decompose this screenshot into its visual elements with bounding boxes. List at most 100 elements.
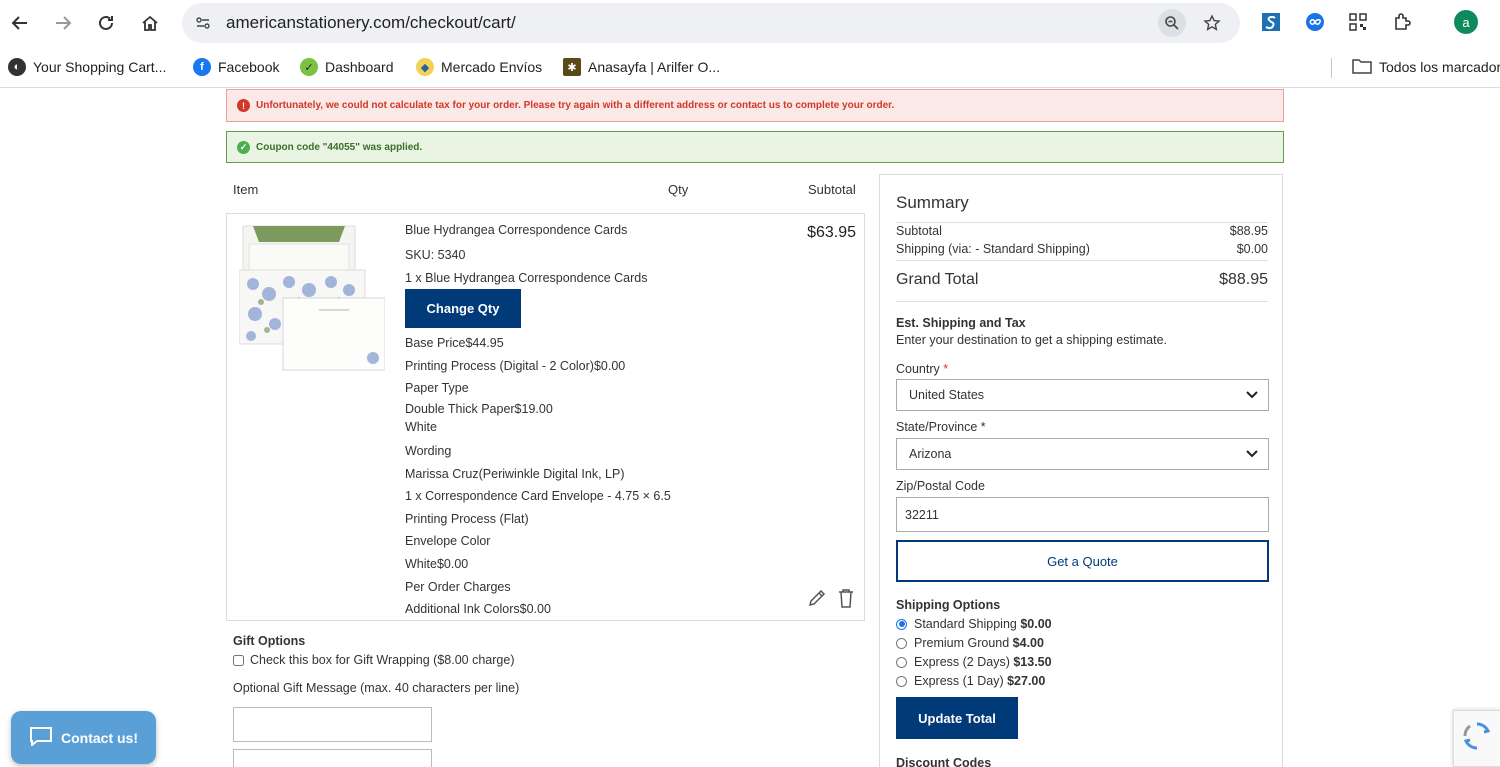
bookmark-item[interactable]: ◐ Your Shopping Cart... bbox=[8, 56, 166, 78]
option-line: Base Price$44.95 bbox=[405, 336, 504, 351]
gift-message-line-2[interactable] bbox=[233, 749, 432, 767]
divider bbox=[896, 222, 1268, 223]
edit-pencil-icon[interactable] bbox=[806, 587, 828, 614]
folder-icon bbox=[1352, 58, 1372, 77]
shipping-option-price: $4.00 bbox=[1012, 636, 1044, 650]
chevron-down-icon bbox=[1246, 447, 1258, 461]
shipping-option-standard[interactable]: Standard Shipping $0.00 bbox=[896, 617, 1052, 631]
contact-us-label: Contact us! bbox=[61, 729, 138, 746]
qr-code-icon[interactable] bbox=[1346, 10, 1370, 34]
shipping-option-price: $13.50 bbox=[1013, 655, 1052, 669]
bookmark-label: Dashboard bbox=[325, 59, 394, 75]
shipping-option-price: $27.00 bbox=[1007, 674, 1046, 688]
delete-trash-icon[interactable] bbox=[836, 587, 856, 614]
tax-error-message: ! Unfortunately, we could not calculate … bbox=[226, 89, 1284, 122]
gift-wrap-checkbox[interactable] bbox=[233, 654, 244, 666]
subtotal-row: Subtotal $88.95 bbox=[896, 224, 1268, 238]
state-value: Arizona bbox=[909, 447, 952, 461]
option-line: Printing Process (Flat) bbox=[405, 511, 529, 526]
gift-options-title: Gift Options bbox=[233, 634, 305, 648]
state-select[interactable]: Arizona bbox=[896, 438, 1269, 470]
bookmark-item[interactable]: f Facebook bbox=[193, 56, 279, 78]
radio-unselected[interactable] bbox=[896, 656, 907, 668]
gift-message-label: Optional Gift Message (max. 40 character… bbox=[233, 681, 520, 695]
forward-arrow-icon[interactable] bbox=[50, 10, 76, 36]
option-line: White$0.00 bbox=[405, 556, 469, 571]
shipping-option-label: Standard Shipping bbox=[914, 617, 1017, 631]
back-arrow-icon[interactable] bbox=[7, 10, 33, 36]
grand-total-row: Grand Total $88.95 bbox=[896, 271, 1268, 289]
item-actions bbox=[806, 587, 856, 614]
grand-total-value: $88.95 bbox=[1219, 271, 1268, 288]
state-label: State/Province * bbox=[896, 420, 986, 434]
radio-selected[interactable] bbox=[896, 618, 907, 630]
address-bar[interactable]: americanstationery.com/checkout/cart/ bbox=[182, 3, 1240, 43]
recaptcha-badge[interactable] bbox=[1453, 710, 1500, 767]
shipping-option-premium[interactable]: Premium Ground $4.00 bbox=[896, 636, 1044, 650]
shipping-options-title: Shipping Options bbox=[896, 598, 1001, 612]
extension-infinity-icon[interactable] bbox=[1303, 10, 1327, 34]
get-quote-button[interactable]: Get a Quote bbox=[896, 540, 1269, 582]
browser-toolbar: americanstationery.com/checkout/cart/ a bbox=[0, 0, 1500, 46]
subtotal-value: $88.95 bbox=[1229, 224, 1268, 238]
column-header-item: Item bbox=[233, 182, 259, 197]
product-image[interactable] bbox=[238, 224, 386, 372]
bookmarks-bar: ◐ Your Shopping Cart... f Facebook ✓ Das… bbox=[0, 46, 1500, 88]
contact-us-button[interactable]: Contact us! bbox=[11, 711, 156, 764]
shipping-option-express-2[interactable]: Express (2 Days) $13.50 bbox=[896, 655, 1052, 669]
cart-item: Blue Hydrangea Correspondence Cards SKU:… bbox=[226, 213, 865, 621]
radio-unselected[interactable] bbox=[896, 637, 907, 649]
all-bookmarks-folder[interactable]: Todos los marcadores bbox=[1352, 56, 1500, 78]
bookmark-star-icon[interactable] bbox=[1198, 9, 1226, 37]
home-icon[interactable] bbox=[137, 10, 163, 36]
order-summary: Summary Subtotal $88.95 Shipping (via: -… bbox=[879, 174, 1283, 767]
globe-icon: ◐ bbox=[8, 58, 26, 76]
product-sku: SKU: 5340 bbox=[405, 248, 466, 262]
bookmark-item[interactable]: ◆ Mercado Envíos bbox=[416, 56, 542, 78]
change-qty-button[interactable]: Change Qty bbox=[405, 289, 521, 329]
coupon-success-message: ✓ Coupon code "44055" was applied. bbox=[226, 131, 1284, 163]
option-line: Double Thick Paper$19.00 bbox=[405, 401, 553, 416]
option-line: 1 x Correspondence Card Envelope - 4.75 … bbox=[405, 489, 671, 504]
facebook-icon: f bbox=[193, 58, 211, 76]
check-circle-icon: ✓ bbox=[237, 140, 250, 154]
url-text[interactable]: americanstationery.com/checkout/cart/ bbox=[226, 13, 516, 33]
product-name[interactable]: Blue Hydrangea Correspondence Cards bbox=[405, 222, 785, 244]
site-settings-icon[interactable] bbox=[190, 10, 216, 36]
bookmark-item[interactable]: ✓ Dashboard bbox=[300, 56, 394, 78]
divider bbox=[896, 260, 1268, 261]
zip-input[interactable]: 32211 bbox=[896, 497, 1269, 532]
extension-s-icon[interactable] bbox=[1259, 10, 1283, 34]
shipping-value: $0.00 bbox=[1236, 242, 1268, 256]
bookmarks-divider bbox=[1331, 58, 1332, 78]
zoom-icon[interactable] bbox=[1158, 9, 1186, 37]
option-line: Additional Ink Colors$0.00 bbox=[405, 602, 551, 617]
subtotal-label: Subtotal bbox=[896, 224, 942, 238]
country-select[interactable]: United States bbox=[896, 379, 1269, 411]
item-subtotal: $63.95 bbox=[807, 224, 856, 241]
shipping-option-price: $0.00 bbox=[1020, 617, 1052, 631]
chat-bubble-icon bbox=[29, 726, 53, 749]
gift-message-line-1[interactable] bbox=[233, 707, 432, 742]
profile-avatar[interactable]: a bbox=[1454, 10, 1478, 34]
shipping-option-label: Premium Ground bbox=[914, 636, 1010, 650]
option-line: Paper Type bbox=[405, 381, 469, 396]
required-marker: * bbox=[980, 420, 986, 434]
reload-icon[interactable] bbox=[93, 10, 119, 36]
bookmark-label: Todos los marcadores bbox=[1379, 59, 1500, 75]
shipping-option-label: Express (2 Days) bbox=[914, 655, 1010, 669]
radio-unselected[interactable] bbox=[896, 675, 907, 687]
discount-codes-title[interactable]: Discount Codes bbox=[896, 756, 991, 767]
arilfer-icon: ✱ bbox=[563, 58, 581, 76]
required-marker: * bbox=[943, 362, 949, 376]
update-total-button[interactable]: Update Total bbox=[896, 697, 1018, 739]
gift-wrap-option[interactable]: Check this box for Gift Wrapping ($8.00 … bbox=[233, 653, 514, 667]
grand-total-label: Grand Total bbox=[896, 271, 979, 288]
shipping-option-express-1[interactable]: Express (1 Day) $27.00 bbox=[896, 674, 1045, 688]
item-details: Blue Hydrangea Correspondence Cards SKU:… bbox=[405, 222, 785, 621]
bookmark-item[interactable]: ✱ Anasayfa | Arilfer O... bbox=[563, 56, 720, 78]
bookmark-label: Mercado Envíos bbox=[441, 59, 543, 75]
extensions-puzzle-icon[interactable] bbox=[1390, 10, 1414, 34]
gift-wrap-label: Check this box for Gift Wrapping ($8.00 … bbox=[250, 653, 515, 667]
gift-options-heading: Gift Options bbox=[233, 634, 306, 648]
